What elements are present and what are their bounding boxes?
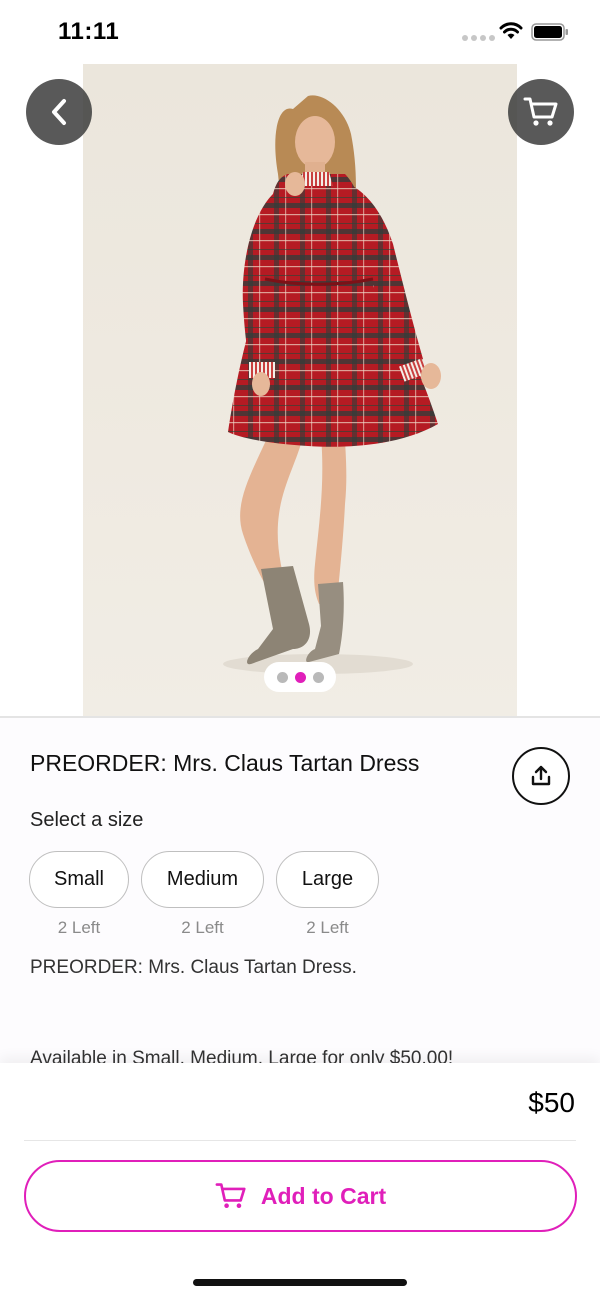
- size-option-large[interactable]: Large: [276, 851, 379, 908]
- pager-dot-active[interactable]: [294, 671, 306, 683]
- size-option-medium[interactable]: Medium: [141, 851, 264, 908]
- cart-button[interactable]: [508, 79, 574, 145]
- cart-icon: [215, 1183, 246, 1208]
- size-option-small[interactable]: Small: [29, 851, 129, 908]
- wifi-icon: [499, 22, 523, 39]
- add-to-cart-button[interactable]: Add to Cart: [24, 1160, 577, 1232]
- share-icon: [531, 765, 551, 786]
- home-indicator[interactable]: [193, 1279, 407, 1286]
- share-button[interactable]: [512, 747, 570, 805]
- status-time: 11:11: [58, 18, 120, 45]
- product-title: PREORDER: Mrs. Claus Tartan Dress: [30, 750, 420, 776]
- stock-count-small: 2 Left: [57, 918, 101, 937]
- product-description-availability: Available in Small, Medium, Large for on…: [30, 1048, 454, 1063]
- gallery-pager[interactable]: [264, 662, 336, 692]
- stock-count-medium: 2 Left: [181, 918, 224, 937]
- size-prompt: Select a size: [30, 809, 144, 831]
- add-to-cart-label: Add to Cart: [260, 1182, 387, 1209]
- pager-dot[interactable]: [276, 671, 288, 683]
- checkout-divider: [24, 1140, 576, 1141]
- signal-dots-icon: [462, 35, 495, 41]
- product-photo: [83, 64, 517, 716]
- stock-count-large: 2 Left: [306, 918, 349, 937]
- cart-icon: [523, 97, 558, 126]
- back-button[interactable]: [26, 79, 92, 145]
- price: $50: [528, 1087, 575, 1118]
- product-details: PREORDER: Mrs. Claus Tartan Dress Select…: [0, 718, 600, 1063]
- product-description: PREORDER: Mrs. Claus Tartan Dress.: [30, 957, 357, 978]
- chevron-left-icon: [52, 99, 66, 125]
- pager-dot[interactable]: [312, 671, 324, 683]
- status-bar: 11:11: [0, 0, 600, 64]
- checkout-bar: $50 Add to Cart: [0, 1063, 600, 1299]
- battery-icon: [531, 23, 568, 41]
- product-gallery[interactable]: [0, 64, 600, 716]
